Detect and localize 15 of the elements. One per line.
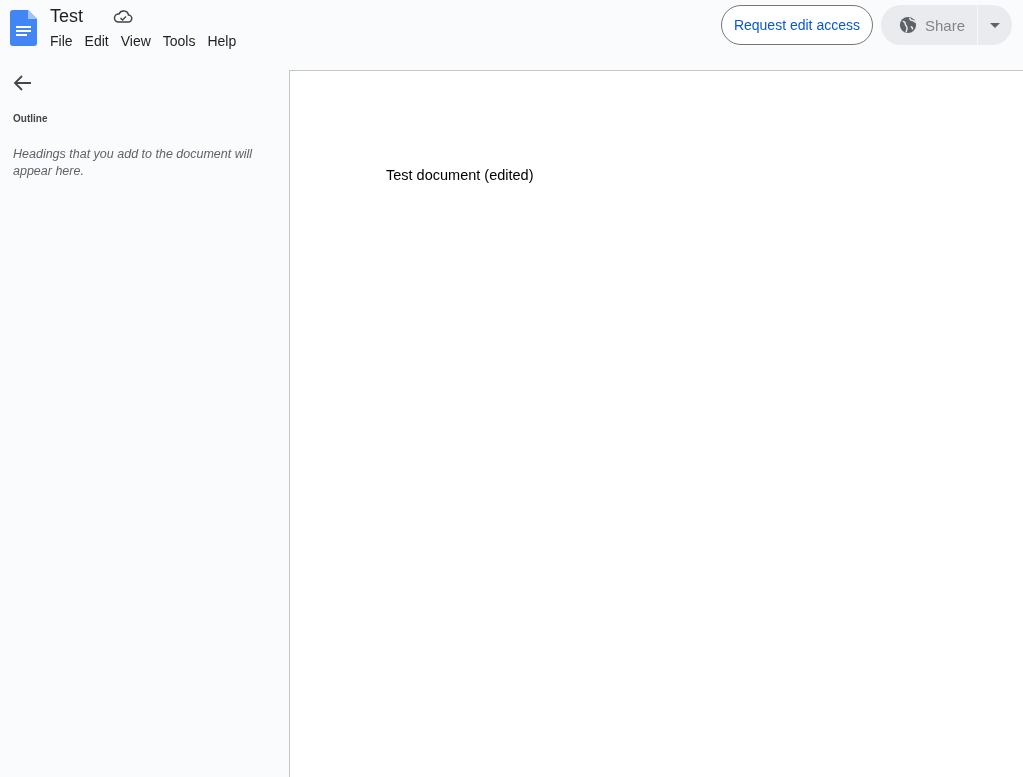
document-title[interactable]: Test xyxy=(50,5,83,28)
globe-icon xyxy=(898,16,917,34)
outline-empty-message: Headings that you add to the document will appear here. xyxy=(13,146,254,180)
menu-item[interactable]: File xyxy=(44,30,79,52)
cloud-check-icon[interactable] xyxy=(113,8,133,25)
menu-item[interactable]: Tools xyxy=(156,30,202,52)
docs-logo-icon[interactable] xyxy=(10,10,37,46)
request-edit-access-button[interactable]: Request edit access xyxy=(720,5,873,45)
menu-item[interactable]: View xyxy=(114,30,157,52)
outline-heading: Outline xyxy=(13,113,49,124)
back-arrow-icon[interactable] xyxy=(13,73,33,93)
caret-icon xyxy=(990,22,1000,28)
document-text[interactable]: Test document (edited) xyxy=(386,167,1023,183)
menu-item[interactable]: Edit xyxy=(78,30,115,52)
menu-item[interactable]: Help xyxy=(201,30,243,52)
